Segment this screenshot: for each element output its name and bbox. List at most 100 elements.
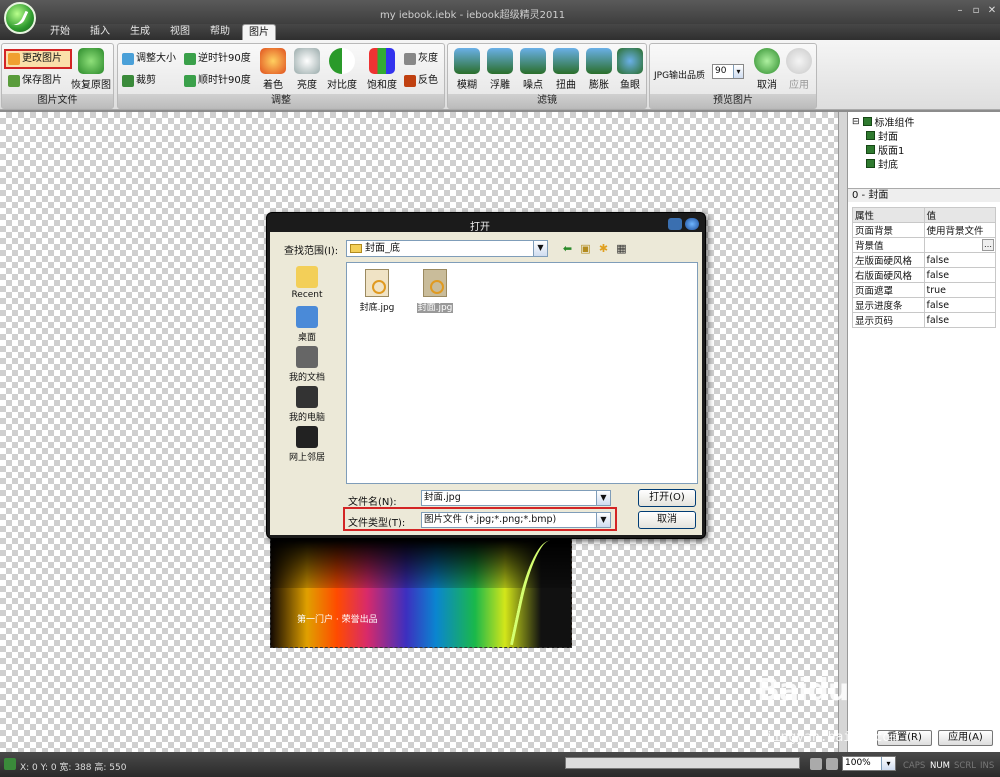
- help-icon[interactable]: [668, 218, 682, 230]
- panel-splitter[interactable]: [838, 112, 848, 752]
- table-row[interactable]: 页面遮罩 true: [852, 282, 996, 298]
- minimize-icon[interactable]: –: [953, 5, 967, 17]
- view-menu-icon[interactable]: ▦: [614, 241, 629, 256]
- group-picture-file: 更改图片 保存图片 恢复原图 图片文件: [1, 43, 114, 109]
- tab-start[interactable]: 开始: [40, 24, 80, 40]
- tab-help[interactable]: 帮助: [200, 24, 240, 40]
- twist-icon: [553, 48, 579, 74]
- app-logo-icon[interactable]: [4, 2, 36, 34]
- rotate-cw-button[interactable]: 顺时针90度: [184, 72, 251, 90]
- tab-insert[interactable]: 插入: [80, 24, 120, 40]
- tab-view[interactable]: 视图: [160, 24, 200, 40]
- group-filter: 模糊 浮雕 噪点 扭曲 膨胀 鱼眼 滤镜: [447, 43, 647, 109]
- window-title: my iebook.iebk - iebook超级精灵2011: [380, 10, 566, 21]
- apply-button[interactable]: 应用(A): [938, 730, 993, 746]
- apply-icon: [786, 48, 812, 74]
- computer-icon: [296, 386, 318, 408]
- browse-icon[interactable]: …: [982, 239, 994, 251]
- table-row[interactable]: 背景值…: [852, 237, 996, 253]
- table-row[interactable]: 显示页码 false: [852, 312, 996, 328]
- place-desktop[interactable]: 桌面: [276, 306, 338, 343]
- contrast-button[interactable]: 对比度: [324, 46, 360, 92]
- place-recent[interactable]: Recent: [276, 266, 338, 300]
- cancel-preview-button[interactable]: 取消: [750, 46, 784, 92]
- brightness-button[interactable]: 亮度: [290, 46, 324, 92]
- filename-input[interactable]: 封面.jpg ▼: [421, 490, 611, 506]
- expand-icon[interactable]: ⊟: [852, 117, 860, 127]
- table-row[interactable]: 右版面硬风格 false: [852, 267, 996, 283]
- rotate-cw-icon: [184, 75, 196, 87]
- resize-button[interactable]: 调整大小: [122, 50, 176, 68]
- tab-picture[interactable]: 图片: [242, 24, 276, 40]
- emboss-button[interactable]: 浮雕: [483, 46, 517, 92]
- horizontal-scrollbar[interactable]: [565, 757, 800, 769]
- invert-icon: [404, 75, 416, 87]
- group-label: 调整: [118, 94, 444, 108]
- fisheye-button[interactable]: 鱼眼: [613, 46, 647, 92]
- back-icon[interactable]: ⬅: [560, 241, 575, 256]
- group-label: 滤镜: [448, 94, 646, 108]
- twist-button[interactable]: 扭曲: [549, 46, 583, 92]
- zoom-select[interactable]: 100% ▾: [842, 756, 896, 771]
- file-list[interactable]: 封底.jpg 封面.jpg: [346, 262, 698, 484]
- fisheye-icon: [617, 48, 643, 74]
- column-header: 属性: [852, 207, 925, 223]
- save-picture-button[interactable]: 保存图片: [8, 72, 62, 90]
- contrast-icon: [329, 48, 355, 74]
- jpg-quality-select[interactable]: 90 ▾: [712, 64, 744, 79]
- status-icon: [4, 758, 16, 770]
- place-documents[interactable]: 我的文档: [276, 346, 338, 383]
- table-row[interactable]: 显示进度条 false: [852, 297, 996, 313]
- bulge-icon: [586, 48, 612, 74]
- jpg-file-icon: [423, 269, 447, 297]
- close-icon[interactable]: ✕: [985, 5, 999, 17]
- zoom-out-icon[interactable]: [810, 758, 822, 770]
- place-computer[interactable]: 我的电脑: [276, 386, 338, 423]
- apply-preview-button[interactable]: 应用: [782, 46, 816, 92]
- component-icon: [862, 117, 872, 126]
- page-icon: [866, 159, 875, 168]
- look-in-label: 查找范围(I):: [284, 246, 339, 257]
- tree-root[interactable]: ⊟ 标准组件: [852, 114, 915, 130]
- cancel-button[interactable]: 取消: [638, 511, 696, 529]
- restore-picture-button[interactable]: 恢复原图: [70, 46, 112, 92]
- jpg-file-icon: [365, 269, 389, 297]
- table-row[interactable]: 左版面硬风格 false: [852, 252, 996, 268]
- maximize-icon[interactable]: ▫: [969, 5, 983, 17]
- tree-item-page1[interactable]: 版面1: [866, 142, 904, 157]
- group-adjust: 调整大小 裁剪 逆时针90度 顺时针90度 着色 亮度 对比度 饱和度 灰度 反…: [117, 43, 445, 109]
- up-folder-icon[interactable]: ▣: [578, 241, 593, 256]
- cover-caption: 第一门户 · 荣誉出品: [297, 615, 378, 625]
- table-row[interactable]: 页面背景 使用背景文件: [852, 222, 996, 238]
- file-item-selected[interactable]: 封面.jpg: [413, 269, 457, 313]
- status-text: X: 0 Y: 0 宽: 388 高: 550: [20, 763, 127, 773]
- crop-button[interactable]: 裁剪: [122, 72, 156, 90]
- change-picture-button[interactable]: 更改图片: [8, 50, 62, 68]
- tint-button[interactable]: 着色: [256, 46, 290, 92]
- grayscale-icon: [404, 53, 416, 65]
- bulge-button[interactable]: 膨胀: [582, 46, 616, 92]
- saturation-button[interactable]: 饱和度: [364, 46, 400, 92]
- place-network[interactable]: 网上邻居: [276, 426, 338, 463]
- look-in-select[interactable]: 封面_底 ▼: [346, 240, 548, 257]
- open-button[interactable]: 打开(O): [638, 489, 696, 507]
- save-picture-icon: [8, 75, 20, 87]
- blur-button[interactable]: 模糊: [450, 46, 484, 92]
- chevron-down-icon: ▾: [733, 65, 743, 78]
- tree-item-back[interactable]: 封底: [866, 156, 898, 171]
- tree-item-cover[interactable]: 封面: [866, 128, 898, 143]
- num-indicator: NUM: [930, 761, 950, 771]
- grayscale-button[interactable]: 灰度: [404, 50, 438, 68]
- desktop-icon: [296, 306, 318, 328]
- noise-button[interactable]: 噪点: [516, 46, 550, 92]
- new-folder-icon[interactable]: ✱: [596, 241, 611, 256]
- close-icon[interactable]: [685, 218, 699, 230]
- page-icon: [866, 131, 875, 140]
- rotate-ccw-button[interactable]: 逆时针90度: [184, 50, 251, 68]
- caps-indicator: CAPS: [903, 761, 926, 771]
- tab-generate[interactable]: 生成: [120, 24, 160, 40]
- invert-button[interactable]: 反色: [404, 72, 438, 90]
- cover-image[interactable]: [270, 537, 572, 651]
- zoom-in-icon[interactable]: [826, 758, 838, 770]
- file-item[interactable]: 封底.jpg: [355, 269, 399, 313]
